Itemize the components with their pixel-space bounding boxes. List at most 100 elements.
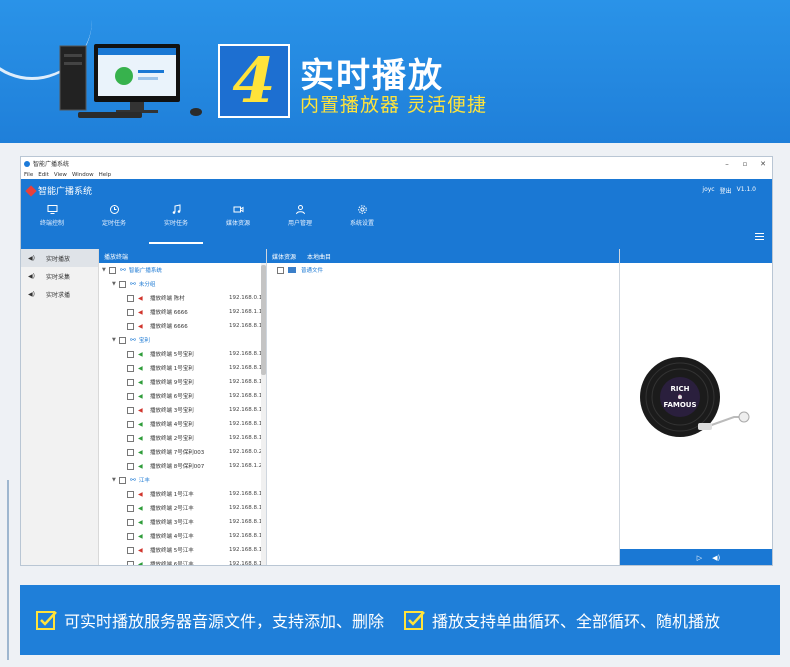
tab-media-resources[interactable]: 媒体资源 xyxy=(272,252,296,261)
checkbox[interactable] xyxy=(127,518,134,526)
chevron-down-icon[interactable]: ▼ xyxy=(102,267,109,273)
terminal-row[interactable]: ◀ 播放终端 6666 192.168.8.1 xyxy=(99,319,266,333)
tree-scrollbar[interactable] xyxy=(261,263,266,565)
terminal-name: 播放终端 7号保利003 xyxy=(150,450,205,456)
checkbox[interactable] xyxy=(127,560,134,565)
music-icon xyxy=(172,204,180,214)
media-panel: 媒体资源 本地曲目 普通文件 xyxy=(267,249,619,565)
terminal-ip: 192.168.8.1 xyxy=(229,505,263,511)
checkbox[interactable] xyxy=(127,434,134,442)
terminal-name: 播放终端 6666 xyxy=(150,324,188,330)
terminal-name: 播放终端 3号宝利 xyxy=(150,408,194,414)
maximize-icon[interactable]: ▫ xyxy=(736,160,754,168)
checkbox[interactable] xyxy=(127,308,134,316)
nav-user-management[interactable]: 用户管理 xyxy=(269,204,331,244)
terminal-row[interactable]: ◀ 播放终端 4号宝利 192.168.8.1 xyxy=(99,417,266,431)
terminal-row[interactable]: ◀ 播放终端 1号宝利 192.168.8.1 xyxy=(99,361,266,375)
checkbox[interactable] xyxy=(127,350,134,358)
gear-icon xyxy=(357,205,367,214)
checkbox[interactable] xyxy=(127,294,134,302)
player-panel-header xyxy=(620,249,772,263)
check-icon xyxy=(36,611,57,630)
checkbox[interactable] xyxy=(127,420,134,428)
decorative-frame-line xyxy=(7,480,11,660)
speaker-status-icon: ◀ xyxy=(138,448,143,456)
sidebar-item-realtime-capture[interactable]: ◀) 实时采集 xyxy=(21,267,98,285)
terminal-row[interactable]: ◀ 播放终端 4号江丰 192.168.8.1 xyxy=(99,529,266,543)
terminal-row[interactable]: ◀ 播放终端 1号江丰 192.168.8.1 xyxy=(99,487,266,501)
terminal-ip: 192.168.8.1 xyxy=(229,379,263,385)
checkbox[interactable] xyxy=(127,364,134,372)
chevron-down-icon[interactable]: ▼ xyxy=(112,477,119,483)
scrollbar-thumb[interactable] xyxy=(261,265,266,375)
checkbox[interactable] xyxy=(127,532,134,540)
tree-group-label: 未分组 xyxy=(138,282,156,288)
checkbox[interactable] xyxy=(109,266,116,274)
terminal-row[interactable]: ◀ 播放终端 2号宝利 192.168.8.1 xyxy=(99,431,266,445)
terminal-name: 播放终端 1号江丰 xyxy=(150,492,194,498)
minimize-icon[interactable]: – xyxy=(718,160,736,168)
tab-local-tracks[interactable]: 本地曲目 xyxy=(307,252,331,261)
menu-icon[interactable] xyxy=(755,233,764,240)
tree-group[interactable]: ▼ ⚯ 未分组 xyxy=(99,277,266,291)
checkbox[interactable] xyxy=(119,336,126,344)
menu-view[interactable]: View xyxy=(54,172,67,178)
nav-scheduled-tasks[interactable]: 定时任务 xyxy=(83,204,145,244)
terminal-row[interactable]: ◀ 播放终端 7号保利003 192.168.0.2 xyxy=(99,445,266,459)
app-name: 智能广播系统 xyxy=(38,187,93,197)
record-label-line3: FAMOUS xyxy=(663,401,696,409)
terminal-row[interactable]: ◀ 播放终端 陈村 192.168.0.1 xyxy=(99,291,266,305)
chevron-down-icon[interactable]: ▼ xyxy=(112,281,119,287)
terminal-row[interactable]: ◀ 播放终端 5号宝利 192.168.8.1 xyxy=(99,347,266,361)
tree-group[interactable]: ▼ ⚯ 江丰 xyxy=(99,473,266,487)
terminal-row[interactable]: ◀ 播放终端 8号保利007 192.168.1.2 xyxy=(99,459,266,473)
play-icon[interactable]: ▷ xyxy=(697,554,702,562)
terminal-row[interactable]: ◀ 播放终端 6号江丰 192.168.8.1 xyxy=(99,557,266,565)
logout-link[interactable]: 登出 xyxy=(720,186,732,195)
username[interactable]: joyc xyxy=(702,186,714,195)
checkbox[interactable] xyxy=(119,476,126,484)
chevron-down-icon[interactable]: ▼ xyxy=(112,337,119,343)
terminal-row[interactable]: ◀ 播放终端 2号江丰 192.168.8.1 xyxy=(99,501,266,515)
menu-help[interactable]: Help xyxy=(99,172,112,178)
window-titlebar: 智能广播系统 – ▫ ✕ xyxy=(21,157,772,170)
checkbox[interactable] xyxy=(127,462,134,470)
checkbox[interactable] xyxy=(127,378,134,386)
checkbox[interactable] xyxy=(127,322,134,330)
tree-group[interactable]: ▼ ⚯ 宝利 xyxy=(99,333,266,347)
playback-controls: ▷ ◀) xyxy=(620,549,772,565)
terminal-row[interactable]: ◀ 播放终端 3号江丰 192.168.8.1 xyxy=(99,515,266,529)
monitor-icon xyxy=(47,205,57,214)
checkbox[interactable] xyxy=(277,266,284,274)
volume-icon[interactable]: ◀) xyxy=(712,554,720,562)
nav-system-settings[interactable]: 系统设置 xyxy=(331,204,393,244)
terminal-row[interactable]: ◀ 播放终端 3号宝利 192.168.8.1 xyxy=(99,403,266,417)
terminal-row[interactable]: ◀ 播放终端 6号宝利 192.168.8.1 xyxy=(99,389,266,403)
terminal-tree: ▼ ⚯ 智能广播系统 ▼ ⚯ 未分组 ◀ 播放终端 陈村 192.168.0.1 ◀ 播放终端… xyxy=(99,263,266,565)
media-tabs: 媒体资源 本地曲目 xyxy=(267,249,619,263)
close-icon[interactable]: ✕ xyxy=(754,160,772,168)
menu-edit[interactable]: Edit xyxy=(38,172,49,178)
checkbox[interactable] xyxy=(127,392,134,400)
menu-file[interactable]: File xyxy=(24,172,33,178)
nav-media-resources[interactable]: 媒体资源 xyxy=(207,204,269,244)
checkbox[interactable] xyxy=(127,504,134,512)
checkbox[interactable] xyxy=(127,406,134,414)
nav-terminal-control[interactable]: 终端控制 xyxy=(21,204,83,244)
terminal-row[interactable]: ◀ 播放终端 5号江丰 192.168.8.1 xyxy=(99,543,266,557)
nav-label: 系统设置 xyxy=(349,220,374,227)
record-label-line1: RICH xyxy=(671,385,690,393)
terminal-row[interactable]: ◀ 播放终端 6666 192.168.1.1 xyxy=(99,305,266,319)
terminal-row[interactable]: ◀ 播放终端 9号宝利 192.168.8.1 xyxy=(99,375,266,389)
checkbox[interactable] xyxy=(127,448,134,456)
media-item[interactable]: 普通文件 xyxy=(267,263,619,277)
sidebar-item-realtime-request[interactable]: ◀) 实时求播 xyxy=(21,285,98,303)
sidebar-item-realtime-play[interactable]: ◀) 实时播放 xyxy=(21,249,98,267)
nav-realtime-tasks[interactable]: 实时任务 xyxy=(145,204,207,244)
checkbox[interactable] xyxy=(119,280,126,288)
menu-window[interactable]: Window xyxy=(72,172,94,178)
menu-bar: File Edit View Window Help xyxy=(21,170,772,179)
checkbox[interactable] xyxy=(127,490,134,498)
tree-root[interactable]: ▼ ⚯ 智能广播系统 xyxy=(99,263,266,277)
checkbox[interactable] xyxy=(127,546,134,554)
